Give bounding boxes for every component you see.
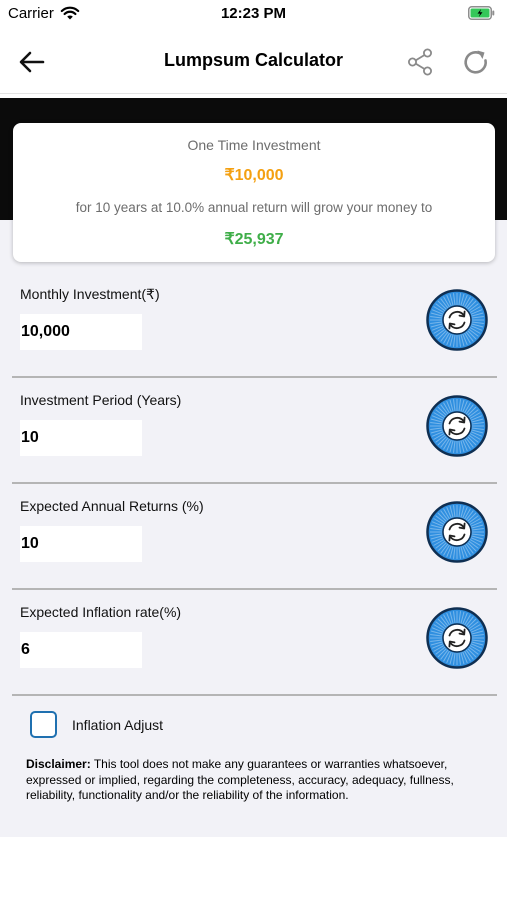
disclaimer-heading: Disclaimer: [26, 757, 91, 771]
status-bar: Carrier 12:23 PM [0, 0, 507, 30]
monthly-investment-input[interactable] [20, 314, 142, 350]
annual-returns-input[interactable] [20, 526, 142, 562]
summary-label: One Time Investment [187, 137, 321, 153]
inflation-adjust-row: Inflation Adjust [30, 711, 330, 739]
reset-dial-icon[interactable] [426, 501, 488, 563]
reset-dial-icon[interactable] [426, 395, 488, 457]
summary-amount: ₹10,000 [224, 167, 284, 184]
status-time: 12:23 PM [220, 5, 287, 22]
battery-icon [468, 6, 495, 25]
investment-period-input[interactable] [20, 420, 142, 456]
summary-card: One Time Investment ₹10,000 for 10 years… [13, 123, 495, 262]
field-row-annual-returns: Expected Annual Returns (%) [12, 484, 497, 590]
field-row-investment-period: Investment Period (Years) [12, 378, 497, 484]
field-label: Monthly Investment(₹) [20, 286, 160, 302]
field-label: Investment Period (Years) [20, 392, 182, 408]
inflation-adjust-label: Inflation Adjust [72, 717, 164, 733]
refresh-icon[interactable] [460, 46, 492, 78]
reset-dial-icon[interactable] [426, 289, 488, 351]
field-label: Expected Annual Returns (%) [20, 498, 204, 514]
reset-dial-icon[interactable] [426, 607, 488, 669]
field-label: Expected Inflation rate(%) [20, 604, 182, 620]
inflation-adjust-checkbox[interactable] [30, 711, 57, 738]
share-icon[interactable] [404, 46, 436, 78]
field-row-inflation-rate: Expected Inflation rate(%) [12, 590, 497, 696]
disclaimer: Disclaimer: This tool does not make any … [26, 757, 474, 804]
navigation-bar: Lumpsum Calculator [0, 30, 507, 94]
field-row-monthly-investment: Monthly Investment(₹) [12, 272, 497, 378]
disclaimer-text: This tool does not make any guarantees o… [26, 757, 454, 802]
summary-description: for 10 years at 10.0% annual return will… [75, 200, 433, 215]
inflation-rate-input[interactable] [20, 632, 142, 668]
summary-result: ₹25,937 [224, 231, 284, 248]
